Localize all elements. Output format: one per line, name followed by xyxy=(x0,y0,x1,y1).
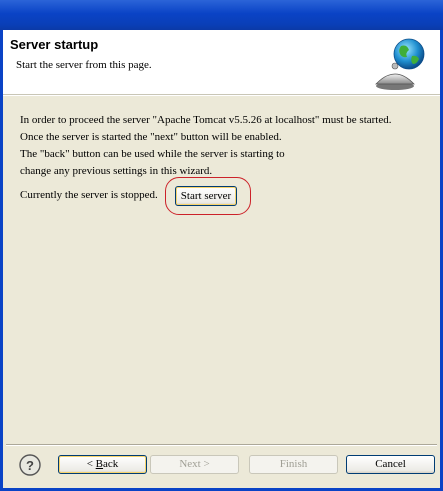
help-icon[interactable]: ? xyxy=(19,454,41,476)
banner-title: Server startup xyxy=(10,37,99,52)
globe-server-icon xyxy=(375,38,425,90)
message-line: The "back" button can be used while the … xyxy=(20,148,285,160)
window-title-bar xyxy=(0,0,443,30)
wizard-banner: Server startup Start the server from thi… xyxy=(3,30,440,95)
cancel-button[interactable]: Cancel xyxy=(346,455,435,474)
next-button[interactable]: Next > xyxy=(150,455,239,474)
help-symbol: ? xyxy=(26,458,34,473)
message-text: In order to proceed the server "Apache T… xyxy=(20,112,430,180)
banner-separator xyxy=(3,95,440,96)
button-bar-separator-highlight xyxy=(6,445,437,446)
finish-button[interactable]: Finish xyxy=(249,455,338,474)
message-line: In order to proceed the server "Apache T… xyxy=(20,114,392,126)
start-server-button[interactable]: Start server xyxy=(175,186,237,206)
server-status-text: Currently the server is stopped. xyxy=(20,189,158,201)
message-line: change any previous settings in this wiz… xyxy=(20,165,213,177)
banner-description: Start the server from this page. xyxy=(16,59,152,71)
back-rest: ack xyxy=(103,458,119,470)
back-mnemonic: B xyxy=(95,458,104,470)
message-line: Once the server is started the "next" bu… xyxy=(20,131,282,143)
back-prefix: < xyxy=(86,458,96,470)
wizard-dialog: Server startup Start the server from thi… xyxy=(3,30,440,488)
back-button[interactable]: < Back xyxy=(58,455,147,474)
